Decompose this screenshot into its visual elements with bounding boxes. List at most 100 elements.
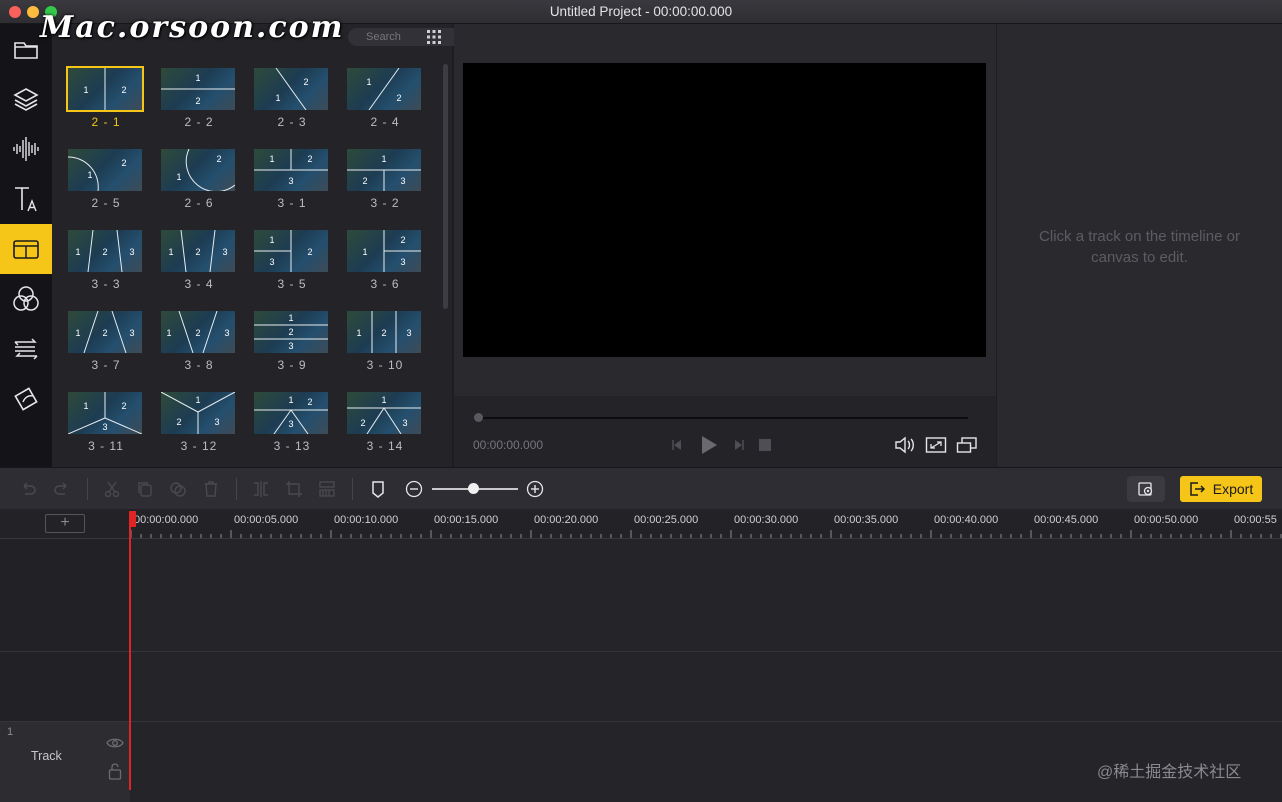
split-layout-tile[interactable]: 1 2 3 bbox=[161, 392, 237, 436]
stop-icon[interactable] bbox=[756, 436, 774, 454]
export-icon bbox=[1190, 482, 1205, 496]
delete-icon[interactable] bbox=[202, 480, 220, 498]
split-screen-tool[interactable] bbox=[0, 224, 52, 274]
track-header[interactable]: 1 Track bbox=[0, 722, 130, 802]
layout-region-number: 1 bbox=[275, 93, 280, 103]
paste-icon[interactable] bbox=[169, 480, 187, 498]
layout-region-number: 3 bbox=[402, 418, 407, 428]
split-layout-tile[interactable]: 1 2 3 bbox=[347, 311, 423, 355]
fit-canvas-icon[interactable] bbox=[925, 436, 947, 454]
split-layout-tile[interactable]: 1 2 3 bbox=[68, 392, 144, 436]
transitions-tool[interactable] bbox=[0, 324, 52, 374]
layout-label: 3 - 10 bbox=[366, 358, 404, 372]
undo-icon[interactable] bbox=[19, 480, 37, 498]
zoom-in-icon[interactable] bbox=[526, 480, 544, 498]
layout-divider bbox=[185, 149, 235, 191]
split-layout-tile[interactable]: 12 bbox=[68, 149, 144, 193]
split-layout-tile[interactable]: 12 bbox=[161, 68, 237, 112]
playhead-handle[interactable] bbox=[130, 511, 136, 527]
library-scrollbar[interactable] bbox=[443, 64, 448, 309]
layout-region-number: 1 bbox=[269, 154, 274, 164]
fullscreen-icon[interactable] bbox=[956, 436, 978, 454]
seek-handle[interactable] bbox=[474, 413, 483, 422]
layout-region-number: 1 bbox=[356, 328, 361, 338]
split-layout-tile[interactable]: 1 2 3 bbox=[254, 149, 330, 193]
split-layout-tile[interactable]: 1 2 3 bbox=[254, 311, 330, 355]
layout-divider bbox=[383, 407, 402, 434]
ruler-label: 00:00:05.000 bbox=[234, 514, 299, 526]
next-frame-icon[interactable] bbox=[729, 436, 747, 454]
layers-tool[interactable] bbox=[0, 74, 52, 124]
ruler-ticks bbox=[130, 530, 1282, 538]
layout-region-number: 1 bbox=[87, 170, 92, 180]
layout-region-number: 2 bbox=[216, 154, 221, 164]
layout-region-number: 1 bbox=[288, 313, 293, 323]
layout-divider bbox=[178, 311, 194, 353]
split-layout-tile[interactable]: 1 2 3 bbox=[254, 392, 330, 436]
elements-tool[interactable] bbox=[0, 374, 52, 424]
timeline-lanes[interactable] bbox=[0, 539, 1282, 802]
text-tool[interactable] bbox=[0, 174, 52, 224]
split-layout-tile[interactable]: 1 2 3 bbox=[68, 311, 144, 355]
playhead[interactable] bbox=[129, 511, 131, 790]
copy-icon[interactable] bbox=[136, 480, 154, 498]
split-layout-tile[interactable]: 1 2 3 bbox=[347, 230, 423, 274]
split-layout-tile[interactable]: 12 bbox=[161, 149, 237, 193]
crop-icon[interactable] bbox=[285, 480, 303, 498]
layout-region-number: 1 bbox=[362, 247, 367, 257]
split-layout-tile[interactable]: 1 2 3 bbox=[347, 392, 423, 436]
layout-diagram: 1 2 3 bbox=[75, 311, 135, 353]
layout-diagram: 12 bbox=[161, 73, 235, 106]
marker-icon[interactable] bbox=[369, 480, 387, 498]
layout-diagram: 12 bbox=[275, 68, 309, 110]
layout-thumbnail: 12 bbox=[161, 149, 235, 191]
split-layout-tile[interactable]: 1 2 3 bbox=[161, 311, 237, 355]
previous-frame-icon[interactable] bbox=[669, 436, 687, 454]
properties-empty-message: Click a track on the timeline or canvas … bbox=[1039, 228, 1240, 266]
split-layout-tile[interactable]: 1 2 3 bbox=[161, 230, 237, 274]
layout-region-number: 3 bbox=[129, 328, 134, 338]
layout-region-number: 3 bbox=[406, 328, 411, 338]
add-track-button[interactable]: + bbox=[45, 514, 85, 533]
preview-canvas[interactable] bbox=[463, 63, 986, 357]
split-layout-tile[interactable]: 12 bbox=[66, 66, 144, 112]
layout-diagram: 12 bbox=[83, 68, 127, 110]
layout-region-number: 1 bbox=[269, 235, 274, 245]
layout-thumbnail: 1 2 3 bbox=[347, 230, 421, 272]
redo-icon[interactable] bbox=[53, 480, 71, 498]
layout-region-number: 1 bbox=[288, 395, 293, 405]
filters-tool[interactable] bbox=[0, 274, 52, 324]
layout-label: 3 - 5 bbox=[277, 277, 307, 291]
split-layout-tile[interactable]: 1 2 3 bbox=[254, 230, 330, 274]
export-label: Export bbox=[1212, 481, 1254, 497]
mosaic-icon[interactable] bbox=[318, 480, 336, 498]
zoom-slider-handle[interactable] bbox=[468, 483, 479, 494]
seek-bar[interactable] bbox=[478, 417, 968, 419]
layout-divider bbox=[366, 407, 385, 434]
layout-thumbnail: 1 2 3 bbox=[254, 311, 328, 353]
split-layout-tile[interactable]: 1 2 3 bbox=[347, 149, 423, 193]
layout-region-number: 1 bbox=[176, 172, 181, 182]
library-search-input[interactable]: Search bbox=[348, 28, 468, 46]
layout-region-number: 3 bbox=[129, 247, 134, 257]
split-layout-tile[interactable]: 12 bbox=[347, 68, 423, 112]
volume-icon[interactable] bbox=[894, 436, 916, 454]
split-layout-tile[interactable]: 1 2 3 bbox=[68, 230, 144, 274]
layout-thumbnail: 1 2 3 bbox=[347, 392, 421, 434]
audio-tool[interactable] bbox=[0, 124, 52, 174]
split-layout-tile[interactable]: 12 bbox=[254, 68, 330, 112]
layout-thumbnail: 1 2 3 bbox=[161, 230, 235, 272]
play-icon[interactable] bbox=[697, 434, 719, 456]
lock-icon[interactable] bbox=[108, 762, 122, 780]
export-button[interactable]: Export bbox=[1180, 476, 1262, 502]
split-clip-icon[interactable] bbox=[252, 480, 270, 498]
render-settings-button[interactable] bbox=[1127, 476, 1165, 502]
visibility-eye-icon[interactable] bbox=[106, 736, 124, 750]
zoom-out-icon[interactable] bbox=[405, 480, 423, 498]
layout-thumbnail: 1 2 3 bbox=[68, 230, 142, 272]
split-screen-library: Search 122 - 1122 - 2122 - 3122 - 4122 -… bbox=[52, 24, 468, 467]
cut-icon[interactable] bbox=[103, 480, 121, 498]
grid-view-icon[interactable] bbox=[426, 29, 442, 45]
time-ruler[interactable]: 00:00:00.000 00:00:05.000 00:00:10.000 00:0… bbox=[130, 509, 1282, 539]
layout-divider bbox=[111, 311, 127, 353]
